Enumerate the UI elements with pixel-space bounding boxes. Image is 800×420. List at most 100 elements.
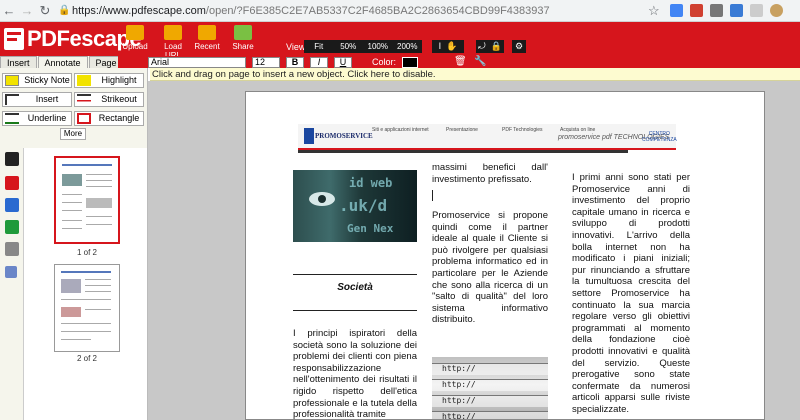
- banner-nav-item: Siti e applicazioni internet: [372, 127, 429, 133]
- page-thumbnail-1[interactable]: [54, 156, 120, 244]
- strikeout-tool[interactable]: Strikeout: [74, 92, 144, 107]
- banner-centro: CENTRO COMPETENZA: [642, 131, 677, 143]
- zoom-100-button[interactable]: 100%: [363, 40, 393, 53]
- arrow-right-icon[interactable]: →: [18, 3, 36, 18]
- underline-label: Underline: [27, 113, 67, 123]
- side-icon-strip: [0, 148, 24, 420]
- download-icon[interactable]: [5, 220, 19, 234]
- lock-tool-icon[interactable]: 🔒: [491, 41, 502, 51]
- font-family-select[interactable]: Arial: [148, 57, 246, 68]
- hint-bar[interactable]: Click and drag on page to insert a new o…: [150, 68, 800, 81]
- banner-nav-item: Acquista on line: [560, 127, 596, 133]
- annotate-panel: Insert Annotate Page Sticky Note Highlig…: [0, 56, 148, 148]
- document-banner: PROMOSERVICE Siti e applicazioni interne…: [298, 124, 677, 150]
- upload-label: Upload: [122, 42, 148, 51]
- pages-icon[interactable]: [5, 152, 19, 166]
- text-cursor-icon[interactable]: I: [439, 41, 442, 51]
- lock-icon: 🔒: [58, 5, 71, 16]
- text-cursor: [432, 190, 433, 201]
- list-icon[interactable]: [5, 266, 17, 278]
- photo-text: http://: [442, 412, 476, 420]
- more-tools-button[interactable]: More: [60, 128, 86, 140]
- share-button[interactable]: Share: [228, 25, 258, 51]
- address-bar[interactable]: 🔒 https://www.pdfescape.com/open/?F6E385…: [58, 1, 664, 20]
- share-icon: [234, 25, 252, 40]
- folder-upload-icon: [126, 25, 144, 40]
- zoom-fit-button[interactable]: Fit: [304, 40, 334, 53]
- banner-nav-item: PDF Technologies: [502, 127, 543, 133]
- photo-text: http://: [442, 364, 476, 373]
- text-column-3: I primi anni sono stati per Promoservice…: [572, 172, 690, 415]
- color-swatch[interactable]: [402, 57, 418, 68]
- load-url-button[interactable]: Load URL: [158, 25, 188, 60]
- translate-extension-icon[interactable]: [670, 4, 683, 17]
- strikeout-label: Strikeout: [101, 94, 137, 104]
- extension-icon[interactable]: [690, 4, 703, 17]
- font-size-select[interactable]: 12: [252, 57, 280, 68]
- pdfescape-logo-icon: [4, 28, 24, 50]
- underline-button[interactable]: U: [334, 57, 352, 68]
- rotate-icon[interactable]: ⤾: [478, 41, 486, 51]
- hand-icon[interactable]: ✋: [446, 41, 457, 51]
- sticky-note-tool[interactable]: Sticky Note: [2, 73, 72, 88]
- strikeout-icon: [77, 94, 91, 105]
- extension-icon[interactable]: [730, 4, 743, 17]
- folder-recent-icon: [198, 25, 216, 40]
- settings-gear-icon[interactable]: ⚙: [512, 40, 526, 53]
- photo-http-keys: http:// http:// http:// http://: [432, 357, 548, 420]
- insert-text-tool[interactable]: Insert: [2, 92, 72, 107]
- promoservice-logo: PROMOSERVICE: [304, 126, 373, 146]
- bookmark-star-icon[interactable]: ☆: [648, 3, 660, 19]
- text-column-2-top: massimi benefici dall' investimento pref…: [432, 162, 548, 185]
- eye-image: [309, 192, 335, 206]
- thumbnail-label-1: 1 of 2: [76, 248, 97, 257]
- pdf-page[interactable]: PROMOSERVICE Siti e applicazioni interne…: [245, 91, 765, 420]
- underline-icon: [5, 113, 19, 124]
- tab-annotate[interactable]: Annotate: [37, 56, 88, 68]
- reload-icon[interactable]: ↻: [36, 3, 54, 19]
- thumbnail-pane: 1 of 2 2 of 2: [24, 148, 148, 420]
- photo-text: Gen Nex: [347, 222, 394, 235]
- zoom-200-button[interactable]: 200%: [393, 40, 423, 53]
- text-insert-icon: [5, 94, 19, 105]
- bold-button[interactable]: B: [286, 57, 304, 68]
- lock-tools-group: ⤾ 🔒: [476, 40, 504, 53]
- profile-avatar[interactable]: [770, 4, 783, 17]
- highlight-icon: [77, 75, 91, 86]
- app-header: PDFescape Upload Load URL Recent Share V…: [0, 22, 800, 60]
- tab-insert[interactable]: Insert: [0, 56, 37, 68]
- color-label: Color:: [372, 57, 397, 67]
- banner-subbar: [298, 150, 628, 153]
- document-canvas[interactable]: PROMOSERVICE Siti e applicazioni interne…: [148, 81, 800, 420]
- text-column-2: Promoservice si propone quindi come il p…: [432, 210, 548, 326]
- highlight-tool[interactable]: Highlight: [74, 73, 144, 88]
- zoom-50-button[interactable]: 50%: [334, 40, 364, 53]
- text-column-1: I principi ispiratori della società sono…: [293, 328, 417, 420]
- italic-button[interactable]: I: [310, 57, 328, 68]
- photo-text: id web: [349, 176, 393, 190]
- page-thumbnail-2[interactable]: [54, 264, 120, 352]
- rectangle-tool[interactable]: Rectangle: [74, 111, 144, 126]
- heading-rule-top: [293, 274, 417, 275]
- trash-icon[interactable]: 🗑: [454, 56, 467, 67]
- photo-eye-web: id web .uk/d Gen Nex: [293, 170, 417, 242]
- recent-button[interactable]: Recent: [192, 25, 222, 51]
- share-label: Share: [232, 42, 254, 51]
- extension-icon[interactable]: [710, 4, 723, 17]
- arrow-left-icon[interactable]: ←: [0, 3, 18, 18]
- print-icon[interactable]: [5, 242, 19, 256]
- url-path: /open/?F6E385C2E7AB5337C2F4685BA2C286365…: [205, 4, 550, 17]
- sticky-note-label: Sticky Note: [24, 75, 70, 85]
- browser-url-bar: ← → ↻ 🔒 https://www.pdfescape.com/open/?…: [0, 0, 800, 22]
- upload-button[interactable]: Upload: [120, 25, 150, 51]
- rectangle-icon: [77, 113, 91, 124]
- save-icon[interactable]: [5, 198, 19, 212]
- pdf-file-icon[interactable]: [5, 176, 19, 190]
- underline-tool[interactable]: Underline: [2, 111, 72, 126]
- logo-wordmark: PROMOSERVICE: [315, 132, 373, 140]
- insert-label: Insert: [35, 94, 59, 104]
- photo-text: http://: [442, 380, 476, 389]
- thumbnail-label-2: 2 of 2: [76, 354, 97, 363]
- wrench-icon[interactable]: 🔧: [474, 56, 486, 67]
- extension-icon[interactable]: [750, 4, 763, 17]
